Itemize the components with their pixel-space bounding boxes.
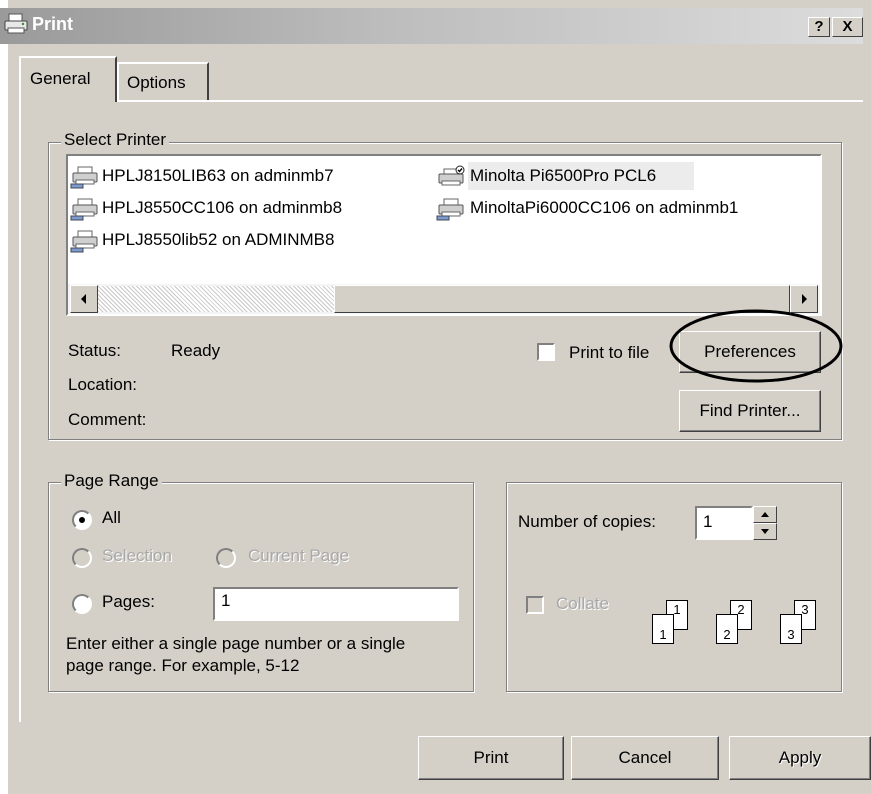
tab-general[interactable]: General — [19, 56, 117, 102]
printer-icon — [4, 13, 28, 34]
window-title: Print — [32, 14, 74, 34]
apply-button[interactable]: Apply — [729, 736, 871, 780]
help-button[interactable]: ? — [808, 17, 830, 37]
cancel-button[interactable]: Cancel — [571, 736, 719, 780]
close-button[interactable]: X — [832, 17, 863, 37]
title-bar[interactable] — [0, 8, 863, 44]
tab-options[interactable]: Options — [117, 62, 209, 100]
tab-panel-general — [19, 100, 863, 722]
print-button[interactable]: Print — [418, 736, 564, 780]
